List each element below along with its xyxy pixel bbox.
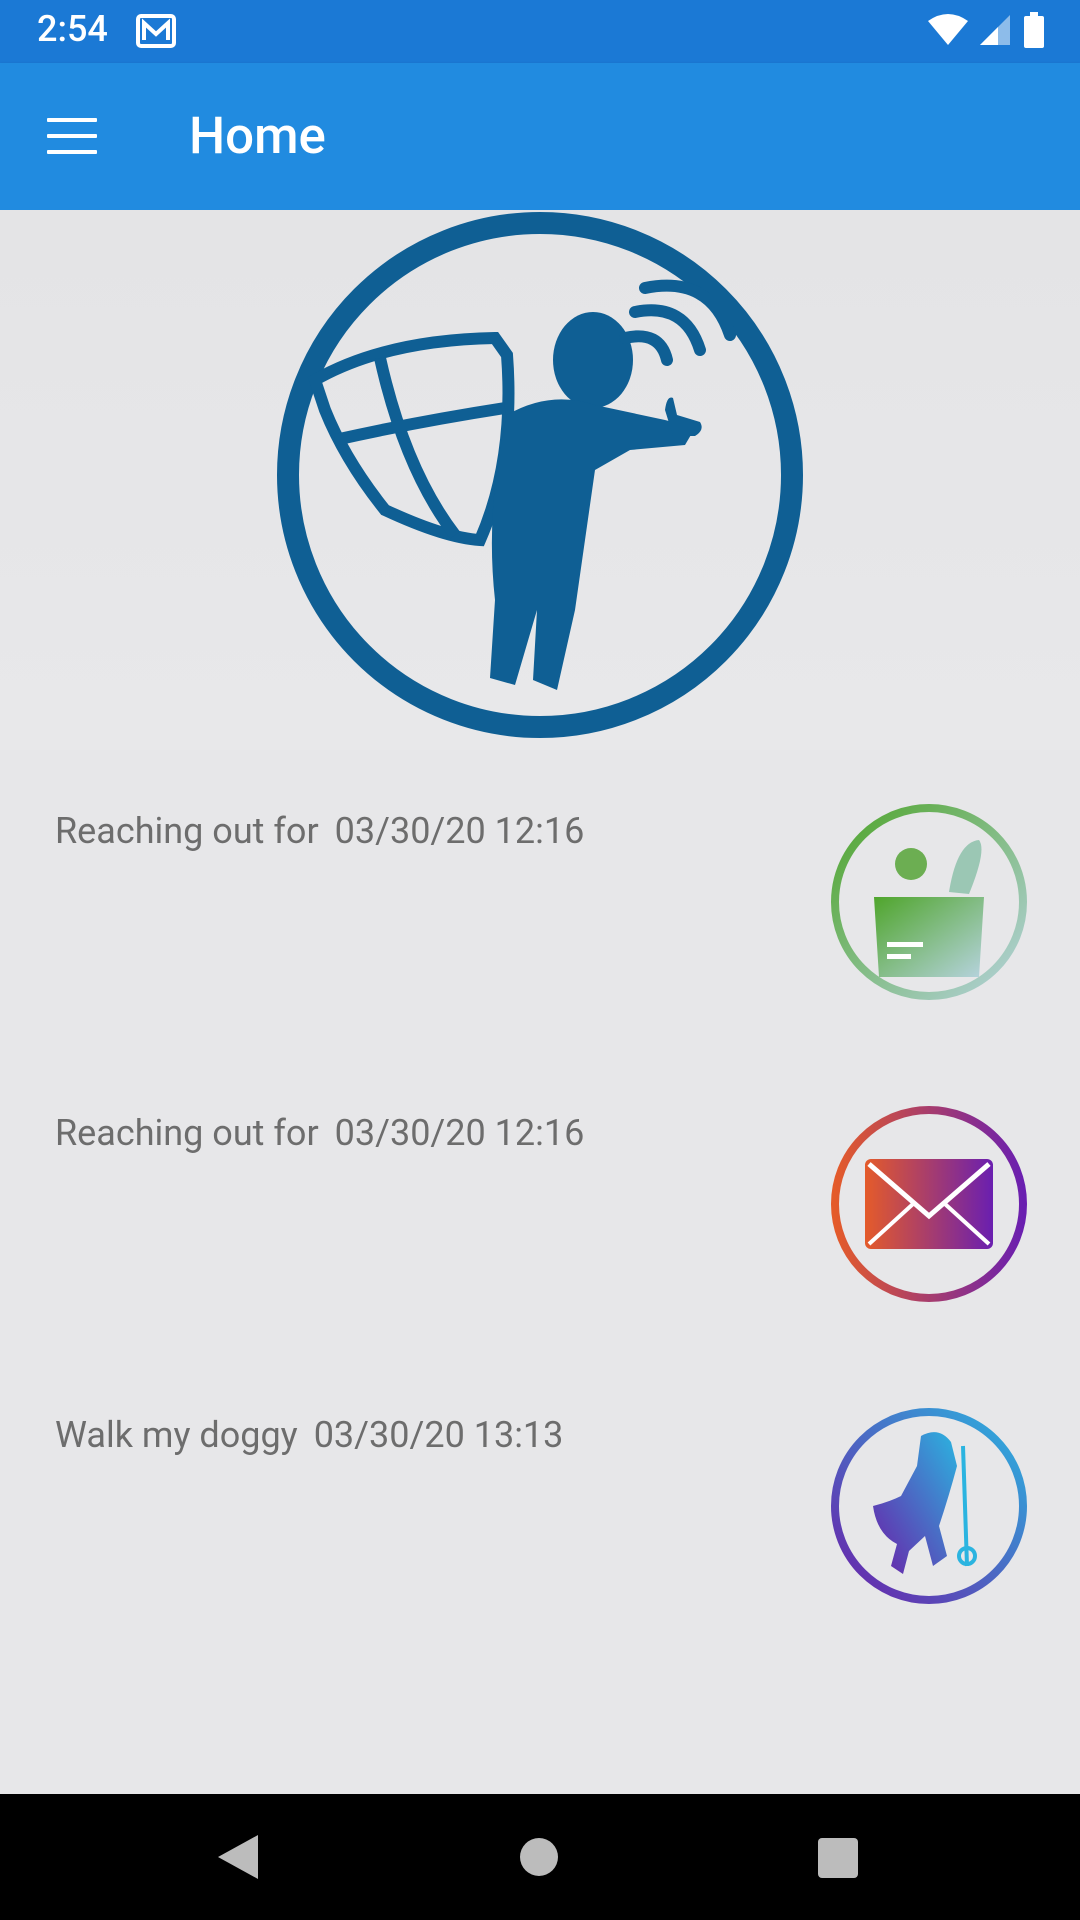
list-item-text: Reaching out for 03/30/20 12:16 bbox=[55, 1112, 584, 1154]
wifi-icon bbox=[928, 13, 968, 51]
status-time: 2:54 bbox=[37, 8, 108, 50]
list-item-text: Walk my doggy 03/30/20 13:13 bbox=[55, 1414, 563, 1456]
list-item-datetime: 03/30/20 12:16 bbox=[334, 1112, 585, 1154]
hamburger-menu-icon[interactable] bbox=[47, 118, 97, 156]
request-list: Reaching out for 03/30/20 12:16 Reaching … bbox=[0, 750, 1080, 1656]
list-item-datetime: 03/30/20 12:16 bbox=[334, 810, 585, 852]
list-item-title: Walk my doggy bbox=[55, 1414, 298, 1456]
page-title: Home bbox=[189, 107, 326, 166]
grocery-bag-icon[interactable] bbox=[829, 802, 1029, 1002]
list-item-text: Reaching out for 03/30/20 12:16 bbox=[55, 810, 584, 852]
status-bar: 2:54 bbox=[0, 0, 1080, 63]
back-icon[interactable] bbox=[216, 1833, 260, 1881]
list-item[interactable]: Reaching out for 03/30/20 12:16 bbox=[0, 1052, 1080, 1354]
list-item-datetime: 03/30/20 13:13 bbox=[313, 1414, 564, 1456]
shield-person-waving-logo bbox=[277, 212, 803, 738]
battery-icon bbox=[1024, 12, 1044, 52]
list-item[interactable]: Walk my doggy 03/30/20 13:13 bbox=[0, 1354, 1080, 1656]
recents-icon[interactable] bbox=[818, 1838, 858, 1878]
list-item-title: Reaching out for bbox=[55, 810, 319, 852]
system-nav-bar bbox=[0, 1794, 1080, 1920]
cell-signal-icon bbox=[980, 13, 1012, 51]
list-item[interactable]: Reaching out for 03/30/20 12:16 bbox=[0, 750, 1080, 1052]
envelope-icon[interactable] bbox=[829, 1104, 1029, 1304]
list-item-title: Reaching out for bbox=[55, 1112, 319, 1154]
home-icon[interactable] bbox=[520, 1838, 558, 1876]
hero-banner bbox=[0, 210, 1080, 750]
dog-leash-icon[interactable] bbox=[829, 1406, 1029, 1606]
mail-icon bbox=[136, 14, 176, 52]
app-bar: Home bbox=[0, 63, 1080, 210]
